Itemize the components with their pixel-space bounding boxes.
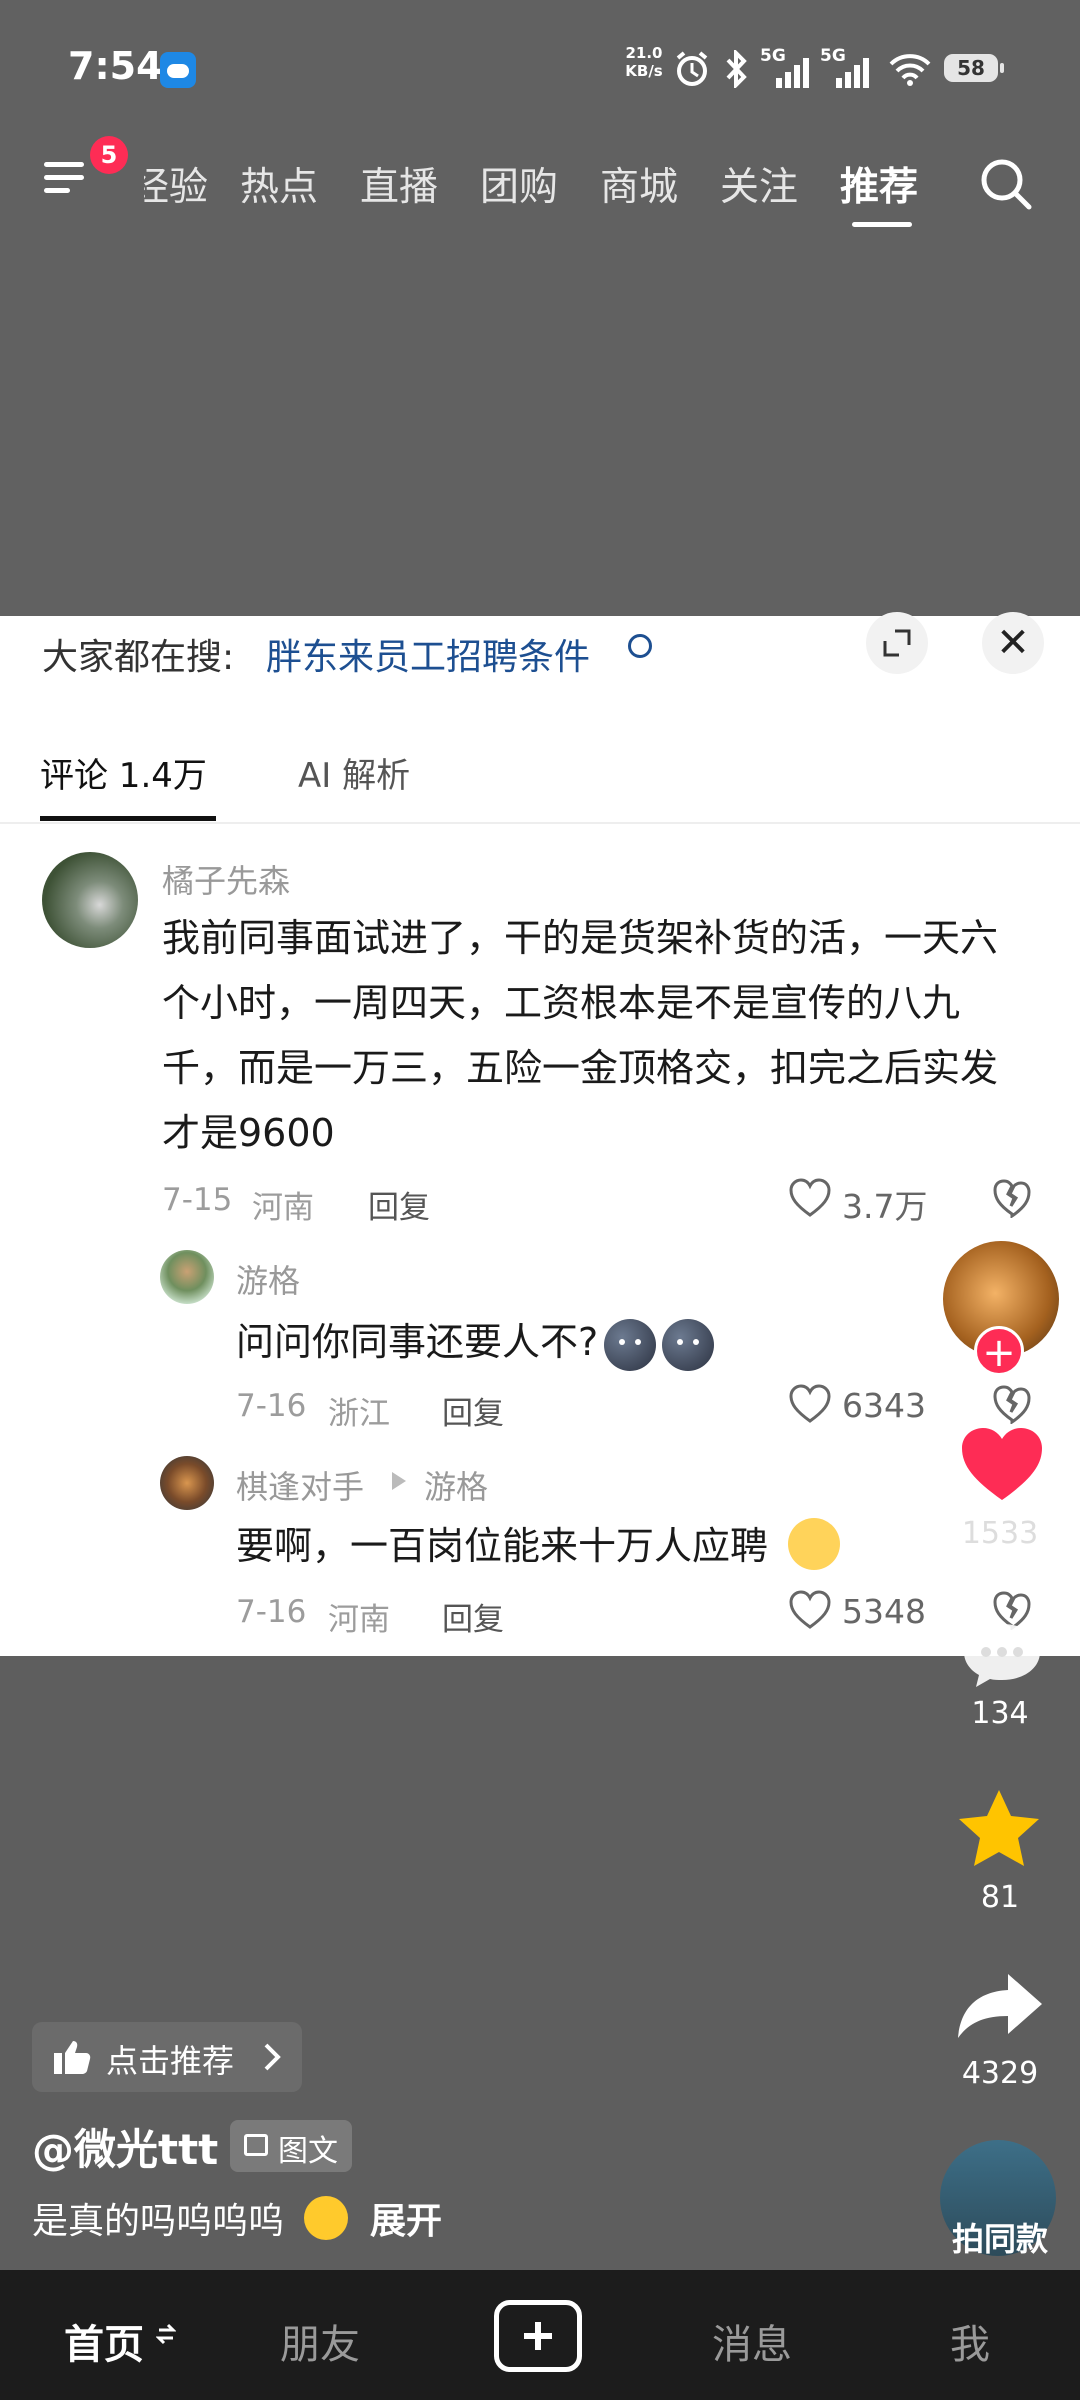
- menu-icon[interactable]: [44, 158, 88, 198]
- network-speed-unit: KB/s: [625, 62, 663, 80]
- active-tab-indicator: [852, 222, 912, 227]
- reply-button[interactable]: 回复: [368, 1182, 430, 1227]
- search-icon[interactable]: [978, 156, 1034, 212]
- comment-location: 浙江: [328, 1396, 390, 1432]
- tab-ai-analysis[interactable]: AI 解析: [298, 748, 410, 797]
- share-arrow-icon[interactable]: [954, 1970, 1046, 2042]
- comment-text-line: 我前同事面试进了，干的是货架补货的活，一天六: [162, 916, 999, 960]
- share-count: 4329: [961, 2056, 1039, 2091]
- comment-date: 7-16: [236, 1594, 307, 1630]
- expand-caption-link[interactable]: 展开: [370, 2192, 442, 2244]
- dislike-icon[interactable]: [992, 1178, 1032, 1218]
- favorite-star-icon[interactable]: [954, 1786, 1044, 1872]
- author-name[interactable]: @微光ttt: [32, 2116, 218, 2177]
- chevron-right-icon: [264, 2043, 281, 2071]
- search-hint-link[interactable]: 胖东来员工招聘条件: [266, 628, 590, 680]
- comment-location: 河南: [252, 1190, 314, 1226]
- tab-comments[interactable]: 评论 1.4万: [40, 748, 207, 797]
- comment-username[interactable]: 橘子先森: [162, 856, 290, 902]
- moon-emoji-icon: [604, 1318, 657, 1371]
- tab-recommended[interactable]: 推荐: [840, 156, 918, 212]
- signal-icon: [776, 58, 809, 88]
- active-tab-indicator: [40, 816, 216, 821]
- comment-text-content: 要啊，一百岗位能来十万人应聘: [236, 1524, 769, 1568]
- comment-username[interactable]: 棋逢对手: [236, 1462, 364, 1508]
- network-speed-value: 21.0: [625, 44, 663, 62]
- heart-outline-icon[interactable]: [788, 1178, 832, 1218]
- follow-button[interactable]: +: [974, 1326, 1024, 1376]
- status-time: 7:54: [68, 44, 163, 88]
- comment-text-line: 才是9600: [162, 1111, 335, 1155]
- like-heart-icon[interactable]: [958, 1424, 1046, 1504]
- divider: [0, 822, 1080, 824]
- comment-text: 我前同事面试进了，干的是货架补货的活，一天六 个小时，一周四天，工资根本是不是宣…: [162, 906, 1042, 1166]
- tab-trending[interactable]: 热点: [240, 156, 318, 212]
- comment-text: 要啊，一百岗位能来十万人应聘: [236, 1512, 768, 1580]
- notification-badge: 5: [90, 136, 128, 174]
- tab-following[interactable]: 关注: [720, 156, 798, 212]
- create-post-button[interactable]: [494, 2300, 582, 2372]
- search-hint-label: 大家都在搜:: [42, 637, 235, 678]
- nav-me[interactable]: 我: [950, 2312, 990, 2370]
- comment-date: 7-16: [236, 1388, 307, 1424]
- heart-outline-icon[interactable]: [788, 1590, 832, 1630]
- comment-text: 问问你同事还要人不?: [236, 1308, 715, 1376]
- weather-icon: [160, 52, 196, 88]
- close-panel-button[interactable]: ✕: [982, 612, 1044, 674]
- video-background[interactable]: [0, 250, 1080, 616]
- tab-mall[interactable]: 商城: [600, 156, 678, 212]
- heart-outline-icon[interactable]: [788, 1384, 832, 1424]
- moon-emoji-icon: [662, 1318, 715, 1371]
- like-count: 1533: [961, 1516, 1039, 1551]
- tab-live[interactable]: 直播: [360, 156, 438, 212]
- reply-button[interactable]: 回复: [442, 1594, 504, 1639]
- bluetooth-icon: [726, 50, 747, 88]
- network-speed: 21.0 KB/s: [622, 44, 666, 80]
- comment-text-line: 千，而是一万三，五险一金顶格交，扣完之后实发: [162, 1046, 999, 1090]
- comment-count: 134: [971, 1696, 1029, 1731]
- nav-messages[interactable]: 消息: [712, 2312, 792, 2370]
- like-count: 6343: [842, 1386, 926, 1425]
- search-mini-icon: [628, 634, 652, 658]
- image-text-icon: [244, 2134, 268, 2156]
- comment-date: 7-15: [162, 1182, 233, 1218]
- like-count: 3.7万: [842, 1187, 928, 1226]
- reply-arrow-icon: [392, 1472, 406, 1490]
- wifi-icon: [889, 54, 931, 86]
- signal-icon: [836, 58, 869, 88]
- favorite-count: 81: [980, 1880, 1020, 1915]
- like-count: 5348: [842, 1592, 926, 1631]
- expand-icon: [883, 629, 911, 657]
- recommend-label: 点击推荐: [106, 2042, 235, 2080]
- battery-indicator: 58: [944, 54, 1004, 82]
- comment-bubble-icon[interactable]: [958, 1620, 1046, 1690]
- use-same-sound-label[interactable]: 拍同款: [920, 2214, 1080, 2260]
- avatar[interactable]: [160, 1250, 214, 1304]
- nav-home[interactable]: 首页: [64, 2312, 144, 2370]
- comment-text-line: 个小时，一周四天，工资根本是不是宣传的八九: [162, 981, 961, 1025]
- thumbs-up-icon: [54, 2041, 91, 2074]
- comment-text-content: 问问你同事还要人不?: [236, 1320, 599, 1364]
- nav-friends[interactable]: 朋友: [280, 2312, 360, 2370]
- post-caption: 是真的吗呜呜呜: [32, 2201, 285, 2242]
- crying-emoji-icon: [304, 2196, 348, 2240]
- post-type-label: 图文: [278, 2134, 338, 2169]
- reply-to-username[interactable]: 游格: [424, 1462, 488, 1508]
- reply-button[interactable]: 回复: [442, 1388, 504, 1433]
- dislike-icon[interactable]: [992, 1384, 1032, 1424]
- thinking-emoji-icon: [788, 1518, 840, 1570]
- comment-username[interactable]: 游格: [236, 1256, 300, 1302]
- refresh-toggle-icon: [156, 2323, 176, 2345]
- expand-panel-button[interactable]: [866, 612, 928, 674]
- avatar[interactable]: [160, 1456, 214, 1510]
- avatar[interactable]: [42, 852, 138, 948]
- comment-location: 河南: [328, 1602, 390, 1638]
- tab-group-buy[interactable]: 团购: [480, 156, 558, 212]
- alarm-icon: [676, 51, 708, 86]
